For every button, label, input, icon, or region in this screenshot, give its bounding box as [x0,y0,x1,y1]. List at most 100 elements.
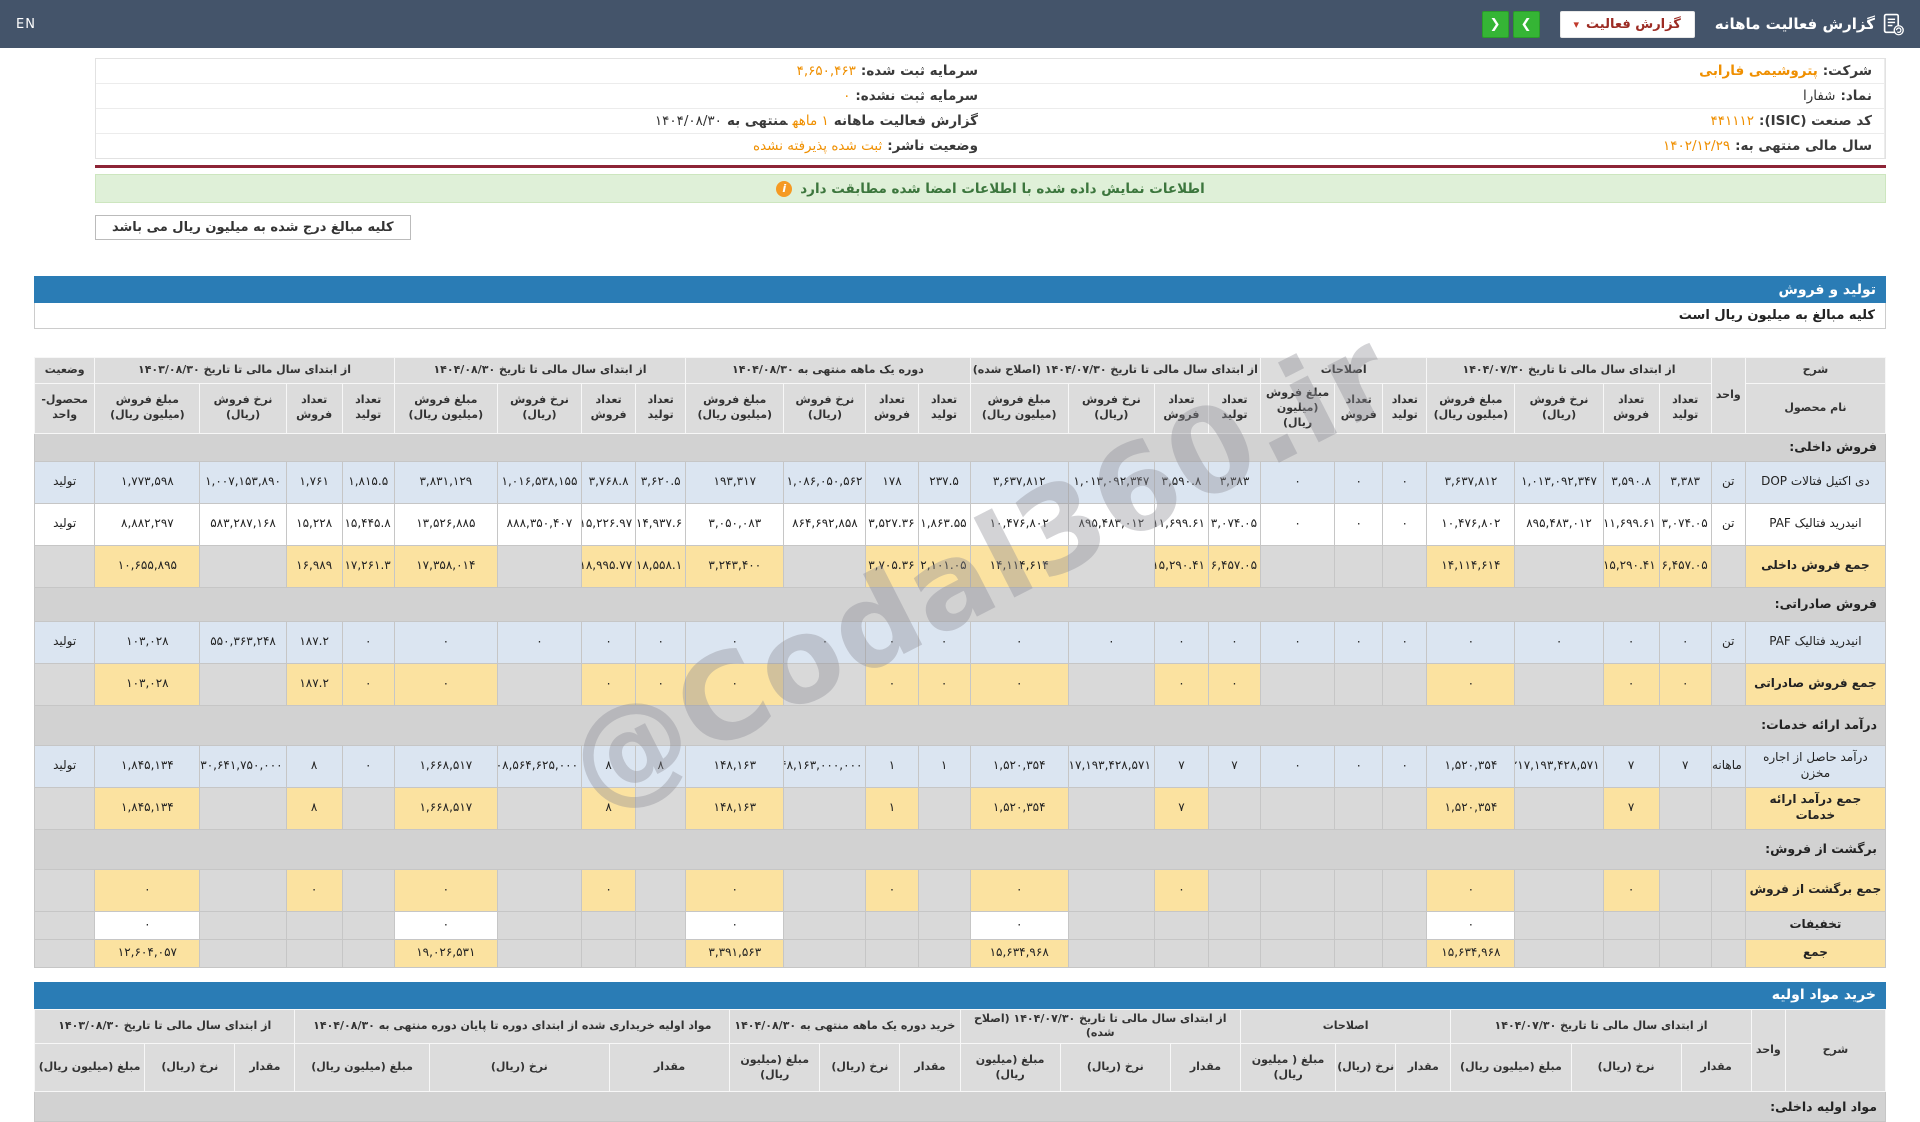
value-cell [1658,786,1712,830]
value-cell [1514,662,1604,706]
row-label: انیدرید فتالیک PAF [1744,620,1887,664]
value-cell: ۰ [581,868,637,912]
value-cell: ۷ [1153,786,1209,830]
amounts-subtitle: کلیه مبالغ به میلیون ریال است [34,303,1886,329]
value-cell [1260,786,1336,830]
col-sub: مبلغ فروش (میلیون ریال) [969,383,1069,434]
separator-line [95,165,1886,168]
col-sub: نرخ (ریال) [144,1043,236,1093]
section-label: مواد اولیه داخلی: [34,1091,1886,1122]
value-cell: ۱۷۸ [865,460,919,504]
unit-cell [1710,544,1746,588]
value-cell: ۰ [341,620,395,664]
value-cell [341,868,395,912]
col-sub: تعداد فروش [865,383,919,434]
value-cell [199,868,287,912]
value-cell: ۱۴,۱۱۴,۶۱۴ [1426,544,1516,588]
value-cell: ۰ [1658,620,1712,664]
value-cell: ۰ [393,910,498,940]
value-cell: ۳,۳۸۳ [1658,460,1712,504]
value-cell: ۸,۸۸۲,۲۹۷ [94,502,201,546]
value-cell: ۱,۷۷۳,۵۹۸ [94,460,201,504]
topbar-right-group: گزارش فعالیت ماهانه گزارش فعالیت ▾ ❯ ❮ [1481,10,1904,38]
col-group: از ابتدای سال مالی تا تاریخ ۱۴۰۴/۰۷/۳۰ [1426,357,1712,384]
value-cell [199,910,287,940]
value-cell: ۷ [1207,744,1262,788]
value-cell: ۱۸,۵۵۸.۱ [635,544,687,588]
col-sub: تعداد تولید [1382,383,1428,434]
company-info-row: سال مالی منتهی به:۱۴۰۲/۱۲/۲۹ وضعیت ناشر:ث… [96,134,1885,158]
value-cell: ۷ [1153,744,1209,788]
value-cell: ۱۶,۹۸۹ [285,544,343,588]
value-cell: ۱۰,۴۷۶,۸۰۲ [969,502,1069,546]
col-sub: نرخ (ریال) [1335,1043,1397,1093]
value-cell [496,910,583,940]
field-label: شرکت: [1822,63,1872,79]
value-cell [865,938,919,968]
value-cell [1382,910,1428,940]
value-cell: ۱۴۸,۱۶۳ [685,786,785,830]
col-group: مواد اولیه خریداری شده از ابتدای دوره تا… [294,1008,731,1045]
col-group: از ابتدای سال مالی تا تاریخ ۱۴۰۴/۰۷/۳۰ [1450,1008,1752,1045]
value-cell: ۰ [1382,620,1428,664]
value-cell [1334,544,1384,588]
field-value: ۰ [843,88,851,104]
company-field: کد صنعت (ISIC):۴۴۱۱۱۲ [990,109,1885,133]
next-report-button[interactable]: ❯ [1512,10,1540,38]
value-cell: ۳,۵۹۰.۸ [1153,460,1209,504]
value-cell: ۱۸۷.۲ [285,620,343,664]
language-toggle[interactable]: EN [16,17,36,32]
value-cell [341,786,395,830]
chevron-down-icon: ▾ [1573,17,1580,31]
value-cell: ۱۳,۵۲۶,۸۸۵ [393,502,498,546]
value-cell: ۱۳,۰۷۴.۰۵ [1207,502,1262,546]
value-cell [496,662,583,706]
col-sub: نرخ (ریال) [819,1043,901,1093]
col-desc-sub: نام محصول [1744,383,1887,434]
value-cell [199,544,287,588]
status-cell [33,938,96,968]
value-cell [1207,786,1262,830]
prev-report-button[interactable]: ❮ [1481,10,1509,38]
value-cell: ۱,۶۶۸,۵۱۷ [393,786,498,830]
value-cell: ۰ [969,620,1069,664]
value-cell [496,786,583,830]
value-cell [1067,868,1155,912]
value-cell: ۱۵,۲۹۰.۴۱ [1153,544,1209,588]
company-link[interactable]: پتروشیمی فارابی [1699,63,1818,79]
value-cell: ۳,۳۹۱,۵۶۳ [685,938,785,968]
report-type-button[interactable]: گزارش فعالیت ▾ [1559,10,1695,38]
field-label: سال مالی منتهی به: [1735,138,1872,154]
col-group: از ابتدای سال مالی تا تاریخ ۱۴۰۳/۰۸/۳۰ [94,357,395,384]
field-label: وضعیت ناشر: [887,138,978,154]
value-cell: ۸ [635,744,687,788]
value-cell [1207,868,1262,912]
value-cell [783,786,867,830]
value-cell: ۰ [865,868,919,912]
value-cell [1207,910,1262,940]
value-cell: ۱۵,۴۴۵.۸ [341,502,395,546]
value-cell: ۱۸۷.۲ [285,662,343,706]
value-cell: ۱۵,۶۳۴,۹۶۸ [969,938,1069,968]
value-cell [285,910,343,940]
value-cell: ۰ [969,910,1069,940]
company-field: گزارش فعالیت ماهانه۱ ماههمنتهی به۱۴۰۴/۰۸… [96,109,990,133]
table-row: تخفیفات ۰ ۰ ۰ ۰ ۰ [33,910,1887,940]
value-cell [1067,910,1155,940]
value-cell: ۳,۷۰۵.۳۶ [865,544,919,588]
value-cell: ۰ [1382,460,1428,504]
value-cell [199,938,287,968]
value-cell: ۷ [1602,744,1660,788]
value-cell [1260,938,1336,968]
value-cell: ۰ [865,620,919,664]
value-cell: ۰ [917,620,971,664]
row-label: انیدرید فتالیک PAF [1744,502,1887,546]
value-cell: ۰ [393,662,498,706]
value-cell: ۸۹۵,۴۸۳,۰۱۲ [1067,502,1155,546]
value-cell: ۰ [1153,620,1209,664]
value-cell: ۰ [1260,620,1336,664]
company-info: شرکت:پتروشیمی فارابی سرمایه ثبت شده:۴,۶۵۰… [95,58,1886,159]
value-cell: ۱۰,۴۷۶,۸۰۲ [1426,502,1516,546]
value-cell [1260,544,1336,588]
value-cell [1514,938,1604,968]
